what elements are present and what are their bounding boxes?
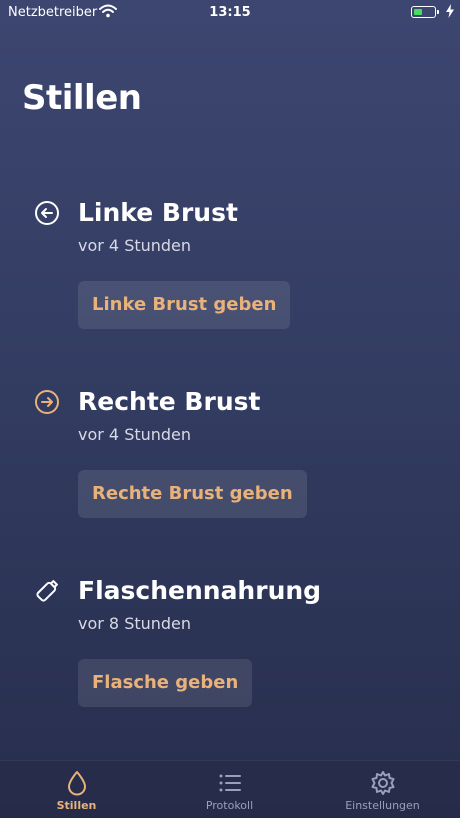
section-title: Flaschennahrung [78,576,322,605]
drop-icon [67,771,86,796]
tab-bar: Stillen Protokoll Einstellungen [0,760,460,818]
list-icon [219,774,241,792]
tab-protokoll[interactable]: Protokoll [153,761,306,818]
status-bar: Netzbetreiber 13:15 [0,0,460,26]
give-right-breast-button[interactable]: Rechte Brust geben [78,470,307,518]
page-title: Stillen [22,78,142,118]
arrow-left-circle-icon [32,198,62,228]
give-bottle-button[interactable]: Flasche geben [78,659,253,707]
gear-icon [371,771,394,795]
arrow-right-circle-icon [32,387,62,417]
tab-stillen[interactable]: Stillen [0,761,153,818]
tab-label: Einstellungen [345,799,420,812]
section-subtitle: vor 4 Stunden [78,425,192,444]
section-subtitle: vor 4 Stunden [78,236,192,255]
section-title: Rechte Brust [78,387,261,416]
tab-label: Stillen [56,799,97,812]
give-left-breast-button[interactable]: Linke Brust geben [78,281,291,329]
charging-bolt-icon [446,4,454,22]
tab-einstellungen[interactable]: Einstellungen [306,761,459,818]
clock: 13:15 [209,5,251,20]
bottle-icon [32,576,62,606]
battery-icon [411,6,439,18]
tab-label: Protokoll [205,799,254,812]
section-title: Linke Brust [78,198,238,227]
section-subtitle: vor 8 Stunden [78,614,192,633]
